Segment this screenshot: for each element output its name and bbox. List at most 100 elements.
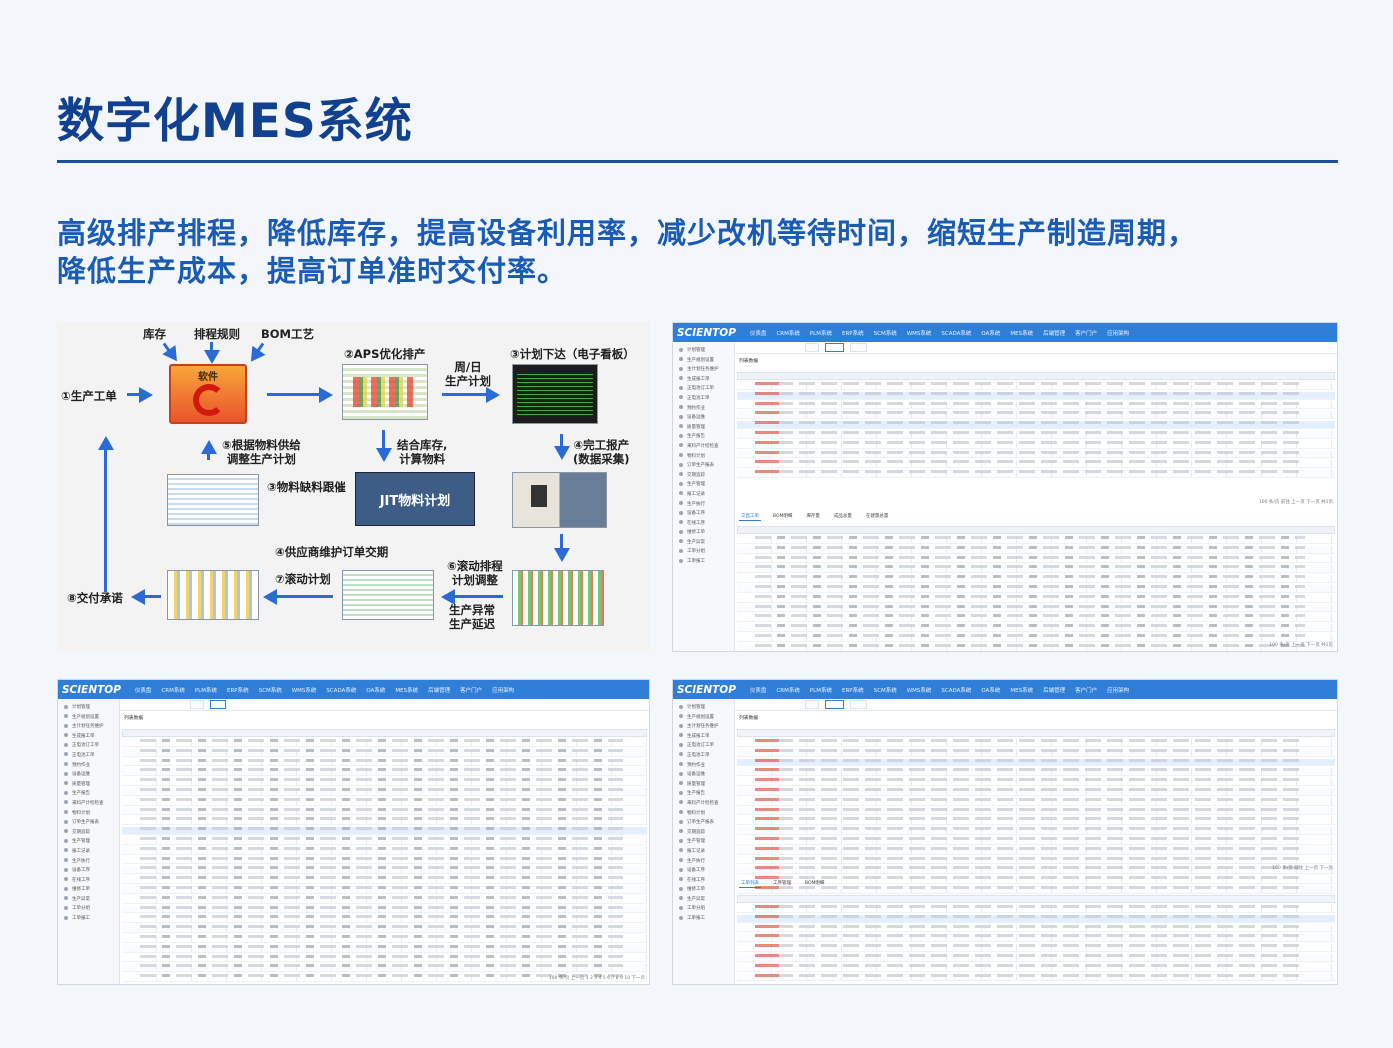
table-row[interactable] <box>122 846 647 855</box>
table-row[interactable] <box>737 876 1335 884</box>
table-row[interactable] <box>122 797 647 806</box>
sidebar-item[interactable]: 生产管理 <box>673 837 734 847</box>
subtab[interactable]: 库存量 <box>804 512 822 521</box>
sidebar-item[interactable]: 预约作业 <box>673 404 734 414</box>
sidebar-item[interactable]: 来料产计检检查 <box>673 799 734 809</box>
tab-active[interactable] <box>824 700 845 709</box>
table-row[interactable] <box>737 565 1335 574</box>
menu-item[interactable]: 仪表盘 <box>135 686 152 694</box>
sidebar-item[interactable]: 生产执行 <box>58 857 119 867</box>
table-row[interactable] <box>737 934 1335 943</box>
table-row[interactable] <box>122 836 647 845</box>
table-row[interactable] <box>737 953 1335 962</box>
tab-active[interactable] <box>209 700 227 709</box>
tab[interactable] <box>850 343 867 352</box>
table-row[interactable] <box>737 748 1335 757</box>
table-row[interactable] <box>122 778 647 786</box>
menu-item[interactable]: MES系统 <box>1010 686 1033 694</box>
sidebar-item[interactable]: 订单生产报表 <box>673 461 734 471</box>
table-row[interactable] <box>737 944 1335 952</box>
menu-item[interactable]: 客户门户 <box>1075 329 1097 337</box>
menu-item[interactable]: SCM系统 <box>874 329 897 337</box>
sidebar-item[interactable]: 在线工序 <box>58 876 119 886</box>
sidebar-item[interactable]: 质量管理 <box>58 780 119 790</box>
menu-item[interactable]: SCM系统 <box>874 686 897 694</box>
sidebar-item[interactable]: 来料产计检检查 <box>673 442 734 452</box>
sidebar-item[interactable]: 正电池订工单 <box>673 384 734 394</box>
table-row[interactable] <box>122 885 647 894</box>
table-row[interactable] <box>737 963 1335 972</box>
menu-item[interactable]: ERP系统 <box>227 686 249 694</box>
table-row[interactable] <box>737 856 1335 865</box>
menu-item[interactable]: PLM系统 <box>810 329 832 337</box>
table-row[interactable] <box>122 768 647 777</box>
table-row[interactable] <box>737 545 1335 554</box>
table-row[interactable] <box>122 905 647 914</box>
table-row[interactable] <box>737 421 1335 429</box>
table-row[interactable] <box>737 391 1335 400</box>
table-row[interactable] <box>122 915 647 924</box>
sidebar-item[interactable]: 交期追踪 <box>58 828 119 838</box>
table-row[interactable] <box>122 787 647 796</box>
table-row[interactable] <box>122 954 647 963</box>
table-row[interactable] <box>737 624 1335 632</box>
table-row[interactable] <box>737 778 1335 786</box>
sidebar-item[interactable]: 在线工序 <box>673 519 734 529</box>
table-row[interactable] <box>122 739 647 747</box>
table-row[interactable] <box>737 787 1335 796</box>
menu-item[interactable]: 仪表盘 <box>750 329 767 337</box>
table-row[interactable] <box>737 914 1335 923</box>
sidebar-item[interactable]: 质量管理 <box>673 423 734 433</box>
sidebar-item[interactable]: 生产执行 <box>673 857 734 867</box>
sidebar-item[interactable]: 在线工序 <box>673 876 734 886</box>
sidebar-item[interactable]: 正电池工单 <box>673 751 734 761</box>
sidebar-item[interactable]: 设备运维 <box>673 770 734 780</box>
menu-item[interactable]: ERP系统 <box>842 686 864 694</box>
menu-item[interactable]: 应用架构 <box>1107 329 1129 337</box>
table-row[interactable] <box>737 555 1335 564</box>
sidebar-item[interactable]: 设备工序 <box>58 866 119 876</box>
table-row[interactable] <box>737 604 1335 613</box>
menu-item[interactable]: WMS系统 <box>907 329 932 337</box>
sidebar-item[interactable]: 生产规划设置 <box>58 713 119 723</box>
sidebar-item[interactable]: 生产异常 <box>673 895 734 905</box>
table-row[interactable] <box>737 450 1335 459</box>
table-row[interactable] <box>737 614 1335 623</box>
table-row[interactable] <box>122 827 647 835</box>
sidebar-item[interactable]: 计划管理 <box>58 703 119 713</box>
menu-item[interactable]: OA系统 <box>981 329 1000 337</box>
sidebar-item[interactable]: 物料计划 <box>673 809 734 819</box>
tab[interactable] <box>190 700 204 709</box>
sidebar-item[interactable]: 主计划任务维护 <box>673 722 734 732</box>
table-row[interactable] <box>737 594 1335 603</box>
table-row[interactable] <box>737 817 1335 826</box>
tab[interactable] <box>850 700 867 709</box>
table-row[interactable] <box>122 934 647 943</box>
menu-item[interactable]: 客户门户 <box>1075 686 1097 694</box>
subtab[interactable]: 成品总量 <box>832 512 854 521</box>
sidebar-item[interactable]: 设备工序 <box>673 866 734 876</box>
sidebar-item[interactable]: 主计划任务维护 <box>58 722 119 732</box>
sidebar-item[interactable]: 交期追踪 <box>673 828 734 838</box>
sidebar-item[interactable]: 报工记录 <box>673 490 734 500</box>
sidebar-item[interactable]: 预约作业 <box>673 761 734 771</box>
menu-item[interactable]: OA系统 <box>366 686 385 694</box>
table-row[interactable] <box>122 964 647 973</box>
sidebar-item[interactable]: 维修工单 <box>673 528 734 538</box>
sidebar-item[interactable]: 正电池订工单 <box>58 741 119 751</box>
sidebar-item[interactable]: 正电池工单 <box>673 394 734 404</box>
table-row[interactable] <box>122 895 647 904</box>
table-row[interactable] <box>737 768 1335 777</box>
sidebar-item[interactable]: 报工记录 <box>58 847 119 857</box>
sidebar-item[interactable]: 设备工序 <box>673 509 734 519</box>
sidebar-item[interactable]: 工单报工 <box>673 914 734 924</box>
table-row[interactable] <box>737 575 1335 583</box>
table-row[interactable] <box>737 440 1335 449</box>
table-row[interactable] <box>737 633 1335 642</box>
table-row[interactable] <box>122 817 647 826</box>
table-row[interactable] <box>737 827 1335 835</box>
sidebar-item[interactable]: 主计划任务维护 <box>673 365 734 375</box>
table-row[interactable] <box>737 885 1335 894</box>
menu-item[interactable]: 应用架构 <box>492 686 514 694</box>
tab-active[interactable] <box>824 343 845 352</box>
